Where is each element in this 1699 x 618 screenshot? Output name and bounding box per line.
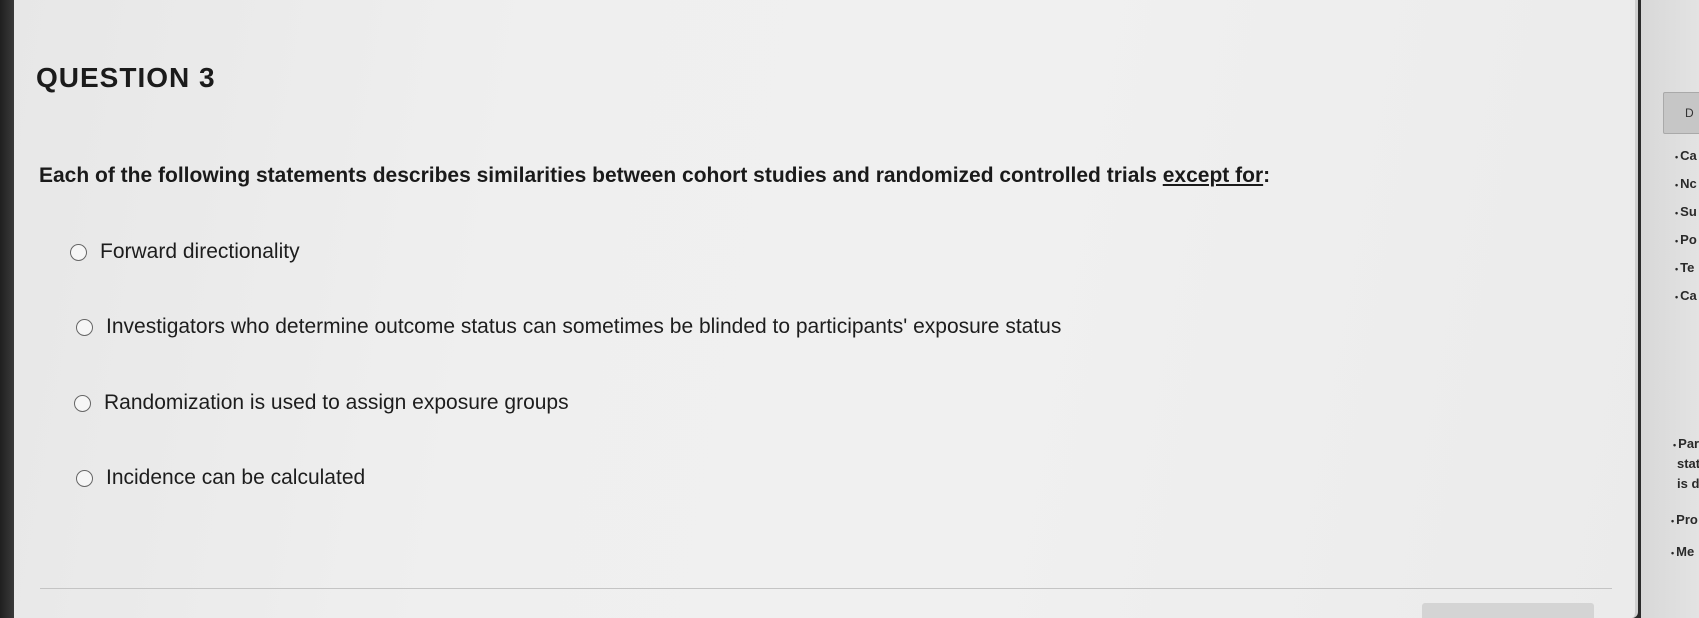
sidebar-item-label: Me xyxy=(1676,544,1695,559)
question-stem-emphasis: except for xyxy=(1162,164,1264,187)
answer-choice-1[interactable]: Forward directionality xyxy=(70,240,300,264)
sidebar-button[interactable]: D xyxy=(1663,92,1699,134)
sidebar-item-label: Te xyxy=(1680,260,1695,275)
bullet-icon: • xyxy=(1675,291,1679,302)
question-title: QUESTION 3 xyxy=(36,62,216,93)
sidebar-item: • Par xyxy=(1673,436,1699,451)
answer-choice-label: Investigators who determine outcome stat… xyxy=(106,315,1062,338)
answer-choice-label: Randomization is used to assign exposure… xyxy=(104,391,569,414)
sidebar-item: • Su xyxy=(1675,204,1697,219)
radio-button[interactable] xyxy=(70,243,87,261)
answer-choice-label: Forward directionality xyxy=(100,240,300,263)
radio-button[interactable] xyxy=(74,394,91,412)
sidebar-item: • Te xyxy=(1675,260,1694,275)
sidebar-item-label: Ca xyxy=(1680,288,1697,303)
sidebar-item: • Ca xyxy=(1675,288,1697,303)
sidebar-item-label: Par xyxy=(1678,436,1699,451)
bullet-icon: • xyxy=(1675,207,1679,218)
sidebar-item: • Ca xyxy=(1675,148,1697,163)
question-stem: Each of the following statements describ… xyxy=(39,164,1270,188)
radio-button[interactable] xyxy=(76,469,93,487)
bullet-icon: • xyxy=(1675,235,1679,246)
question-stem-end: : xyxy=(1263,164,1271,187)
bullet-icon: • xyxy=(1675,151,1679,162)
radio-button[interactable] xyxy=(76,318,93,336)
left-window-edge xyxy=(0,0,14,618)
bullet-icon: • xyxy=(1675,179,1679,190)
right-sidebar: D • Ca • Nc • Su • Po • Te • Ca • Par stat is d… xyxy=(1641,0,1699,618)
answer-choice-2[interactable]: Investigators who determine outcome stat… xyxy=(76,315,1061,339)
bullet-icon: • xyxy=(1671,547,1675,558)
sidebar-item: • Po xyxy=(1675,232,1697,247)
sidebar-item-label: Pro xyxy=(1676,512,1698,527)
sidebar-item-label: Su xyxy=(1680,204,1697,219)
partial-action-button[interactable] xyxy=(1422,603,1594,618)
bullet-icon: • xyxy=(1673,439,1677,450)
question-stem-text: Each of the following statements describ… xyxy=(39,164,1163,187)
sidebar-item-label: Po xyxy=(1680,232,1697,247)
answer-choice-3[interactable]: Randomization is used to assign exposure… xyxy=(74,391,569,415)
sidebar-item-continuation: is d xyxy=(1677,476,1699,491)
answer-choice-label: Incidence can be calculated xyxy=(106,466,366,489)
answer-choice-4[interactable]: Incidence can be calculated xyxy=(76,466,365,490)
sidebar-item-label: Ca xyxy=(1680,148,1697,163)
sidebar-item: • Me xyxy=(1671,544,1694,559)
sidebar-item: • Pro xyxy=(1671,512,1698,527)
question-panel: QUESTION 3 Each of the following stateme… xyxy=(14,0,1638,618)
bullet-icon: • xyxy=(1671,515,1675,526)
bullet-icon: • xyxy=(1675,263,1679,274)
section-divider xyxy=(40,588,1612,589)
sidebar-item-continuation: stat xyxy=(1677,456,1699,471)
sidebar-item-label: Nc xyxy=(1680,176,1697,191)
sidebar-item: • Nc xyxy=(1675,176,1697,191)
